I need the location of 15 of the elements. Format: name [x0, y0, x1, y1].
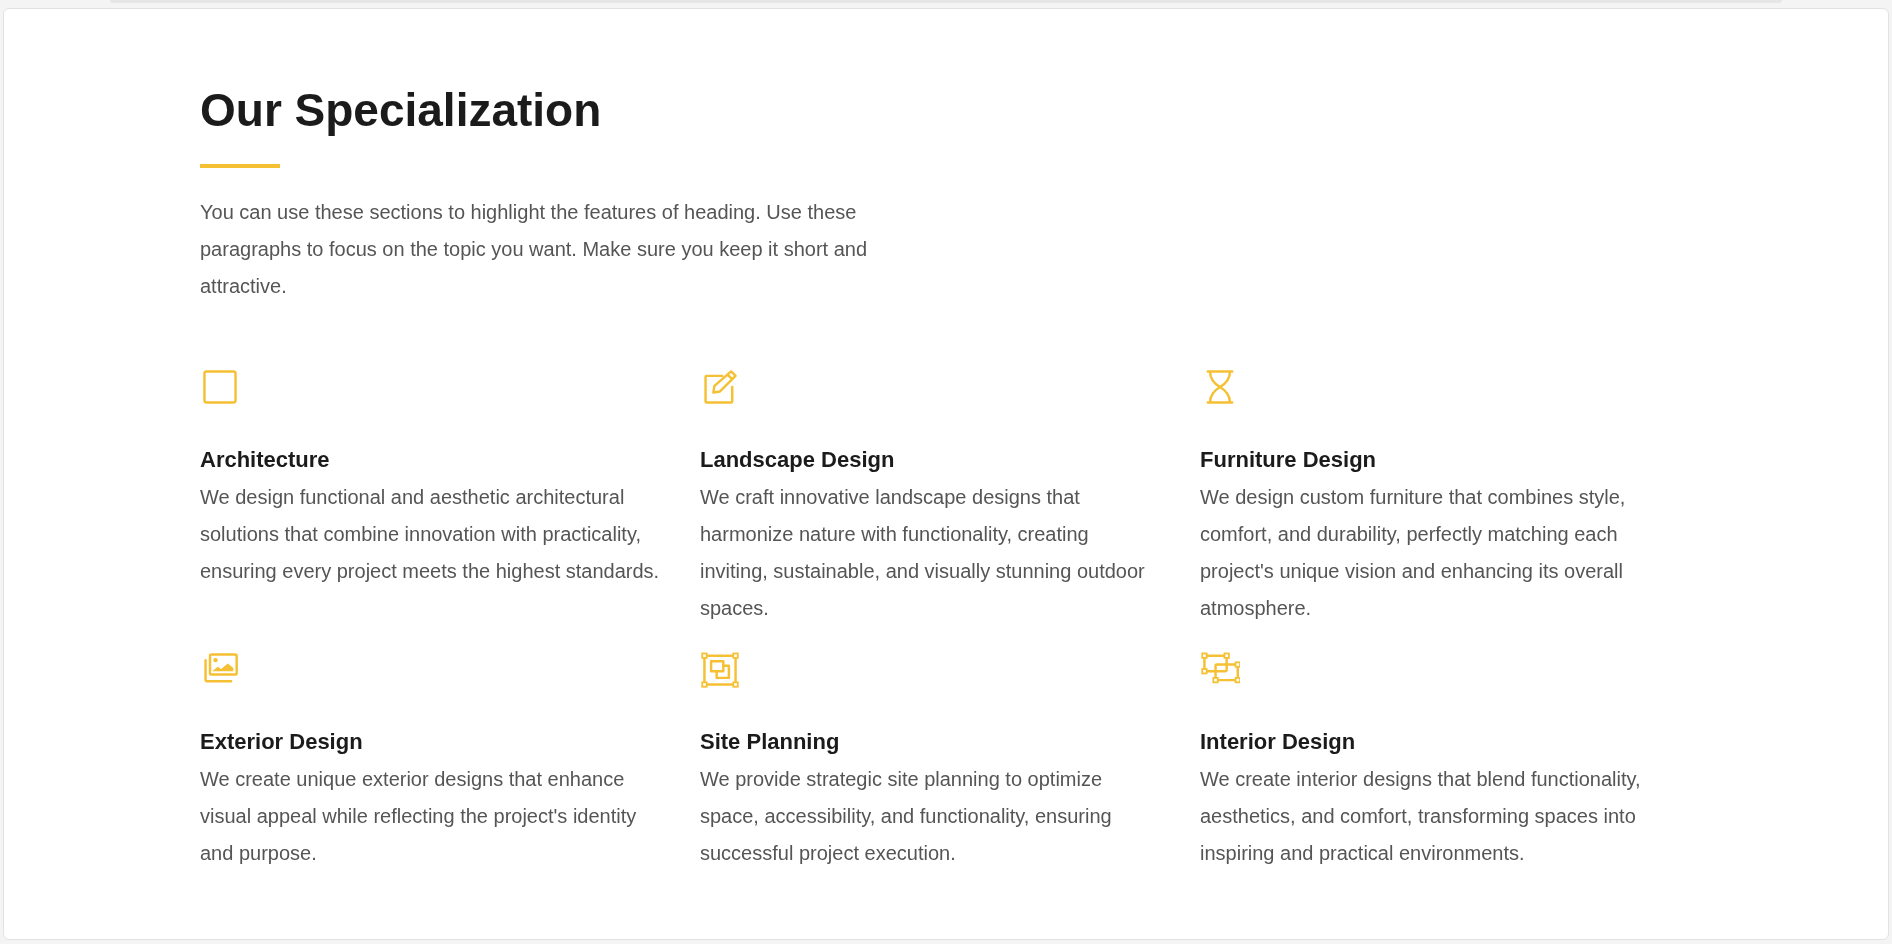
square-icon: [200, 367, 240, 407]
service-title: Site Planning: [700, 728, 840, 756]
service-title: Landscape Design: [700, 446, 895, 474]
service-description: We provide strategic site planning to optimize space, accessibility, and functionality, ensuring successful project execution.: [700, 767, 1113, 866]
service-description: We create unique exterior designs that enhance visual appeal while reflecting the project's identity and purpose.: [200, 767, 638, 866]
service-description: We design custom furniture that combines style, comfort, and durability, perfectly matching each project's unique vision and enhancing its overall atmosphere.: [1200, 485, 1627, 621]
intro-paragraph: You can use these sections to highlight the features of heading. Use these paragraphs to focus on the topic you want. Make sure you keep it short and attractive.: [200, 200, 869, 299]
service-description: We create interior designs that blend functionality, aesthetics, and comfort, transforming spaces into inspiring and practical environments.: [1200, 767, 1642, 866]
service-description: We design functional and aesthetic architectural solutions that combine innovation with practicality, ensuring every project meets the highest standards.: [200, 485, 660, 584]
service-title: Interior Design: [1200, 728, 1356, 756]
service-title: Exterior Design: [200, 728, 363, 756]
service-description: We craft innovative landscape designs that harmonize nature with functionality, creating inviting, sustainable, and visually stunning outdoor spaces.: [700, 485, 1146, 621]
service-title: Furniture Design: [1200, 446, 1376, 474]
section-title: Our Specialization: [200, 83, 602, 138]
service-title: Architecture: [200, 446, 330, 474]
